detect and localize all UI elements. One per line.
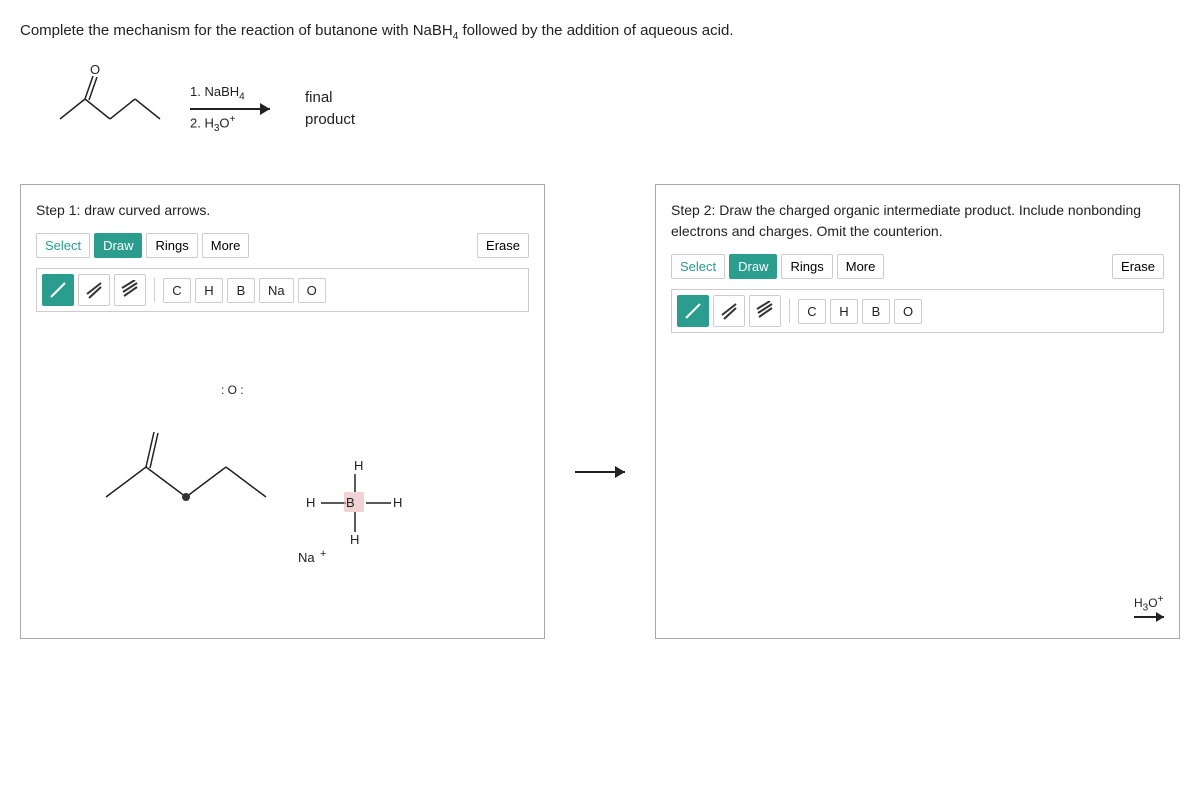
svg-text:+: + [320, 548, 326, 560]
step1-double-bond-tool[interactable] [78, 274, 110, 306]
h3o-arrow [1134, 616, 1164, 618]
step1-atom-O[interactable]: O [298, 278, 326, 303]
step2-atom-H[interactable]: H [830, 299, 858, 324]
reaction-overview: O 1. NaBH4 2. H3O+ finalproduct [20, 64, 1180, 154]
reagent1-label: 1. NaBH4 [190, 84, 245, 103]
butanone-structure: O [50, 64, 170, 154]
step2-double-bond-tool[interactable] [713, 295, 745, 327]
svg-text:O: O [90, 64, 100, 77]
step1-atom-H[interactable]: H [195, 278, 223, 303]
step2-canvas[interactable] [671, 343, 1164, 623]
step1-draw-btn[interactable]: Draw [94, 233, 142, 258]
step1-rings-btn[interactable]: Rings [146, 233, 197, 258]
svg-text:H: H [350, 532, 359, 547]
step2-drawing-tools: C H B O [671, 289, 1164, 333]
step1-atom-Na[interactable]: Na [259, 278, 294, 303]
step2-atom-O[interactable]: O [894, 299, 922, 324]
step2-rings-btn[interactable]: Rings [781, 254, 832, 279]
step1-tool-separator [154, 278, 155, 302]
step1-drawing-tools: C H B Na O [36, 268, 529, 312]
step1-single-bond-tool[interactable] [42, 274, 74, 306]
final-product-label: finalproduct [305, 87, 355, 132]
step2-toolbar: Select Draw Rings More Erase [671, 254, 1164, 279]
step1-atom-C[interactable]: C [163, 278, 191, 303]
reagent2-label: 2. H3O+ [190, 114, 235, 134]
step1-title: Step 1: draw curved arrows. [36, 200, 529, 221]
steps-container: Step 1: draw curved arrows. Select Draw … [20, 184, 1180, 639]
step2-atom-B[interactable]: B [862, 299, 890, 324]
step1-box: Step 1: draw curved arrows. Select Draw … [20, 184, 545, 639]
step2-tool-separator [789, 299, 790, 323]
step2-atom-C[interactable]: C [798, 299, 826, 324]
svg-text:Na: Na [298, 550, 315, 565]
step2-single-bond-tool[interactable] [677, 295, 709, 327]
svg-text:H: H [393, 495, 402, 510]
step1-triple-bond-tool[interactable] [114, 274, 146, 306]
step2-title: Step 2: Draw the charged organic interme… [671, 200, 1164, 242]
step2-box: Step 2: Draw the charged organic interme… [655, 184, 1180, 639]
step2-select-btn[interactable]: Select [671, 254, 725, 279]
step1-atom-B[interactable]: B [227, 278, 255, 303]
step2-triple-bond-tool[interactable] [749, 295, 781, 327]
step1-canvas[interactable]: : O : H H [36, 322, 529, 602]
svg-text:B: B [346, 495, 355, 510]
between-steps-arrow [565, 304, 635, 639]
svg-text:: O :: : O : [221, 383, 244, 397]
step2-more-btn[interactable]: More [837, 254, 885, 279]
step1-svg: : O : H H [36, 322, 516, 602]
h3o-label: H3O+ [1134, 594, 1164, 618]
svg-text:H: H [306, 495, 315, 510]
svg-text:H: H [354, 458, 363, 473]
step1-select-btn[interactable]: Select [36, 233, 90, 258]
step1-more-btn[interactable]: More [202, 233, 250, 258]
step1-toolbar: Select Draw Rings More Erase [36, 233, 529, 258]
question-text: Complete the mechanism for the reaction … [20, 20, 1180, 44]
main-reaction-arrow [190, 108, 270, 110]
step2-erase-btn[interactable]: Erase [1112, 254, 1164, 279]
step1-erase-btn[interactable]: Erase [477, 233, 529, 258]
step2-draw-btn[interactable]: Draw [729, 254, 777, 279]
